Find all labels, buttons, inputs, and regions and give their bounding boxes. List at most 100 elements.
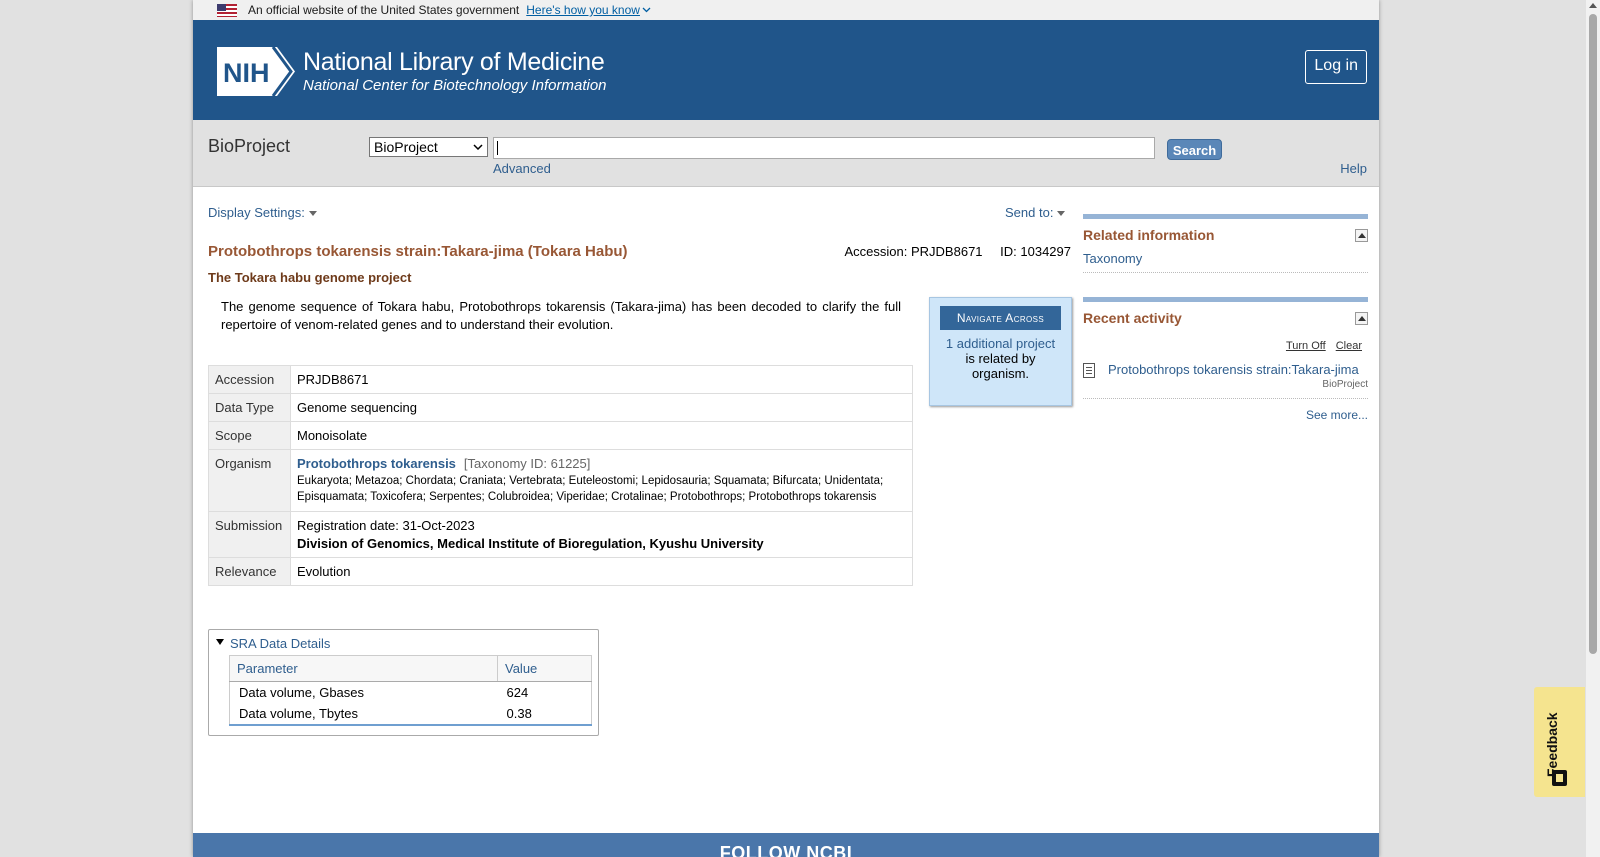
clear-link[interactable]: Clear (1336, 340, 1362, 352)
see-more-row: See more... (1083, 408, 1368, 422)
recent-activity-source: BioProject (1322, 379, 1368, 390)
how-you-know-link[interactable]: Here's how you know (526, 3, 651, 17)
search-button[interactable]: Search (1167, 139, 1222, 160)
ncbi-subtitle: National Center for Biotechnology Inform… (303, 76, 607, 94)
recent-activity-controls: Turn Off Clear (1083, 340, 1368, 352)
related-links: Taxonomy (1083, 251, 1368, 273)
collapse-icon[interactable] (1355, 228, 1368, 242)
navigate-across-title: Navigate Across (940, 306, 1061, 330)
display-settings-menu[interactable]: Display Settings: (208, 205, 317, 220)
nlm-home-link[interactable]: NIH National Library of Medicine Nationa… (217, 47, 607, 96)
page: An official website of the United States… (193, 0, 1379, 857)
nih-logo-text: NIH (223, 58, 270, 88)
search-input[interactable] (493, 137, 1155, 159)
us-flag-icon (217, 3, 237, 17)
scope-label: Scope (208, 421, 291, 450)
expand-triangle-icon (216, 639, 224, 645)
send-to-label: Send to: (1005, 205, 1054, 220)
organism-cell: Protobothrops tokarensis [Taxonomy ID: 61… (290, 449, 913, 512)
sra-value: 0.38 (506, 706, 532, 721)
send-to-menu[interactable]: Send to: (1005, 205, 1066, 220)
recent-activity-header: Recent activity (1083, 310, 1368, 326)
nih-logo-icon: NIH (217, 47, 295, 96)
feedback-button[interactable]: Feedback (1534, 687, 1585, 797)
record-id: ID: 1034297 (1000, 244, 1071, 259)
gov-banner-text: An official website of the United States… (248, 3, 520, 17)
table-header-row: Parameter Value (229, 655, 592, 682)
database-select-value: BioProject (374, 139, 438, 155)
sra-value: 624 (506, 685, 529, 700)
scope-value: Monoisolate (290, 421, 913, 450)
organism-link[interactable]: Protobothrops tokarensis (297, 456, 456, 471)
sra-data-details-toggle[interactable]: SRA Data Details (216, 636, 330, 651)
registration-date: Registration date: 31-Oct-2023 (297, 518, 475, 533)
record-accession: Accession: PRJDB8671 (844, 244, 983, 259)
table-row: Data volume, Gbases 624 (230, 682, 592, 704)
taxonomy-id: [Taxonomy ID: 61225] (463, 456, 591, 471)
search-bar: BioProject BioProject Search Advanced He… (193, 120, 1379, 187)
table-row: Data Type Genome sequencing (208, 393, 913, 422)
table-row: Submission Registration date: 31-Oct-202… (208, 511, 913, 558)
recent-activity-link[interactable]: Protobothrops tokarensis strain:Takara-j… (1108, 362, 1359, 377)
nlm-title: National Library of Medicine (303, 47, 605, 76)
related-information-title: Related information (1083, 227, 1215, 243)
dropdown-arrow-icon (1057, 211, 1066, 217)
turn-off-link[interactable]: Turn Off (1286, 340, 1326, 352)
nlm-header: NIH National Library of Medicine Nationa… (193, 20, 1379, 120)
related-information-header: Related information (1083, 227, 1368, 243)
related-information-portlet: Related information Taxonomy (1083, 214, 1368, 273)
chevron-down-icon (642, 7, 651, 13)
document-icon (1083, 363, 1095, 378)
see-more-link[interactable]: See more... (1306, 408, 1368, 422)
table-row: Organism Protobothrops tokarensis [Taxono… (208, 449, 913, 512)
help-link[interactable]: Help (1340, 161, 1367, 176)
page-scrollbar[interactable] (1586, 0, 1600, 857)
sra-data-details-box: SRA Data Details Parameter Value Data vo… (208, 629, 599, 736)
navigate-across-text: is related by organism. (965, 351, 1036, 381)
navigate-across-box: Navigate Across 1 additional project is … (929, 297, 1072, 406)
scroll-up-arrow-icon[interactable] (1589, 3, 1597, 8)
gov-banner: An official website of the United States… (193, 0, 1379, 20)
recent-activity-portlet: Recent activity Turn Off Clear Protobothr… (1083, 297, 1368, 422)
login-button[interactable]: Log in (1305, 50, 1367, 84)
relevance-label: Relevance (208, 557, 291, 586)
table-row: Accession PRJDB8671 (208, 365, 913, 394)
sra-param: Data volume, Tbytes (239, 706, 358, 721)
record-title: Protobothrops tokarensis strain:Takara-j… (208, 243, 628, 260)
collapse-icon[interactable] (1355, 311, 1368, 325)
recent-activity-text: Protobothrops tokarensis strain:Takara-j… (1108, 362, 1368, 390)
feedback-label: Feedback (1544, 712, 1560, 777)
scrollbar-thumb[interactable] (1589, 14, 1597, 654)
submitting-institution: Division of Genomics, Medical Institute … (297, 536, 764, 551)
parameter-column-header: Parameter (229, 655, 498, 682)
organism-lineage: Eukaryota; Metazoa; Chordata; Craniata; … (297, 475, 884, 503)
database-title: BioProject (208, 136, 291, 156)
portlet-top-bar (1083, 214, 1368, 219)
record-ids: Accession: PRJDB8671 ID: 1034297 (845, 244, 1071, 259)
navigate-across-body: 1 additional project is related by organ… (930, 336, 1071, 381)
accession-label: Accession (208, 365, 291, 394)
organism-label: Organism (208, 449, 291, 512)
value-column-header: Value (497, 655, 592, 682)
table-row: Data volume, Tbytes 0.38 (230, 703, 592, 725)
taxonomy-link[interactable]: Taxonomy (1083, 251, 1142, 266)
sra-header-label: SRA Data Details (230, 636, 331, 651)
follow-ncbi-footer: FOLLOW NCBI (193, 833, 1379, 857)
advanced-search-link[interactable]: Advanced (493, 161, 551, 176)
how-you-know-label: Here's how you know (526, 3, 640, 17)
submission-label: Submission (208, 511, 291, 558)
accession-value: PRJDB8671 (290, 365, 913, 394)
recent-activity-title: Recent activity (1083, 310, 1182, 326)
additional-project-link[interactable]: 1 additional project (946, 336, 1055, 351)
sra-data-table: Parameter Value Data volume, Gbases 624 … (229, 655, 592, 726)
portlet-top-bar (1083, 297, 1368, 302)
table-row: Relevance Evolution (208, 557, 913, 586)
display-settings-label: Display Settings: (208, 205, 305, 220)
database-select[interactable]: BioProject (369, 137, 488, 157)
recent-activity-item: Protobothrops tokarensis strain:Takara-j… (1083, 362, 1368, 399)
feedback-icon (1552, 770, 1567, 786)
sra-param: Data volume, Gbases (239, 685, 365, 700)
dropdown-arrow-icon (308, 211, 317, 217)
record-subtitle: The Tokara habu genome project (208, 270, 412, 285)
submission-cell: Registration date: 31-Oct-2023 Division … (290, 511, 913, 558)
